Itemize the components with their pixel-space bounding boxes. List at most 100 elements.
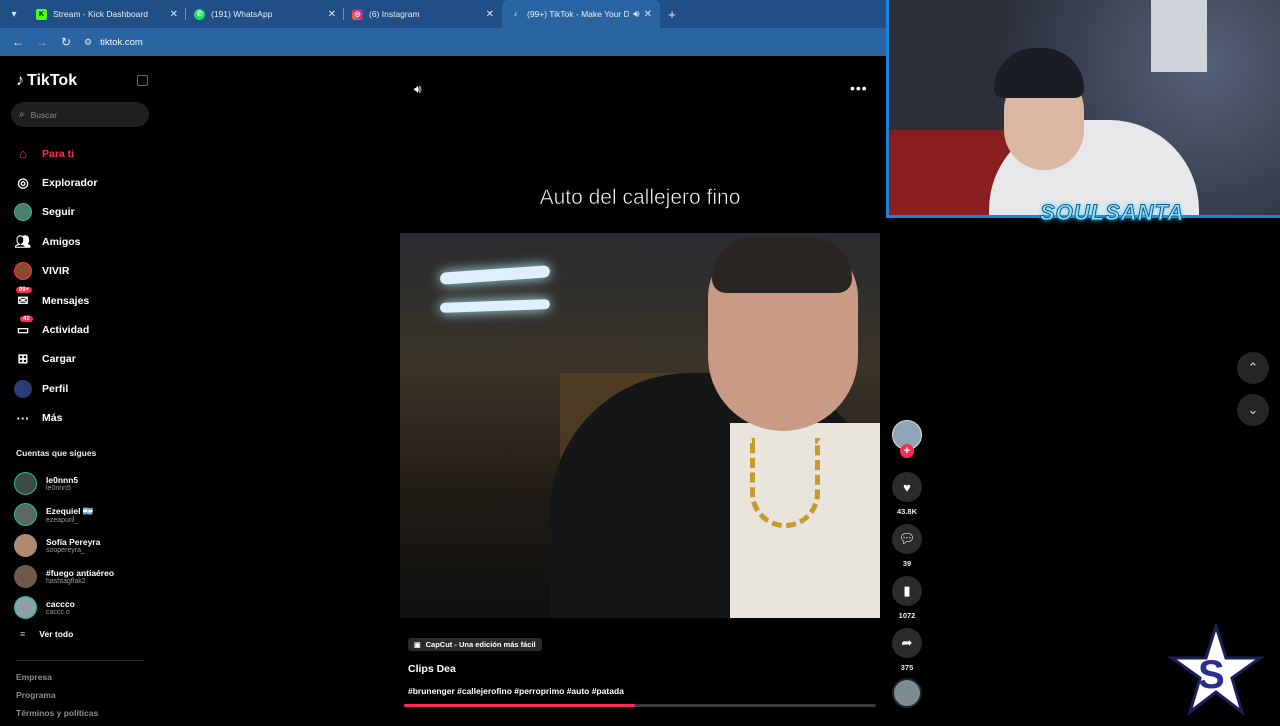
kick-icon: K bbox=[36, 8, 47, 20]
avatar bbox=[14, 596, 37, 619]
nav-amigos[interactable]: 👥︎ Amigos bbox=[14, 227, 97, 256]
address-bar: ← → ↻ ⚙ tiktok.com bbox=[0, 28, 886, 56]
nav-perfil[interactable]: Perfil bbox=[14, 374, 97, 403]
messages-badge: 99+ bbox=[16, 286, 33, 293]
nav-label: Explorador bbox=[42, 177, 98, 190]
comment-action[interactable]: 💬︎ 39 bbox=[892, 524, 922, 568]
avatar bbox=[14, 534, 37, 557]
share-icon[interactable]: ➦ bbox=[892, 628, 922, 658]
nav-label: Seguir bbox=[42, 206, 75, 219]
collapse-sidebar-icon[interactable] bbox=[137, 75, 148, 86]
nav-seguir[interactable]: Seguir bbox=[14, 198, 97, 227]
footer-link[interactable]: Empresa bbox=[16, 672, 98, 690]
bookmark-icon[interactable]: ▮ bbox=[892, 576, 922, 606]
friends-icon: 👥︎ bbox=[14, 233, 32, 249]
svg-text:S: S bbox=[1198, 653, 1225, 697]
following-account[interactable]: Sofía Pereyra soopereyra_ bbox=[14, 530, 114, 561]
speaker-icon[interactable]: 🔊︎ bbox=[633, 9, 639, 20]
avatar bbox=[14, 565, 37, 588]
nav-para-ti[interactable]: ⌂ Para ti bbox=[14, 139, 97, 168]
video-progress-bar[interactable] bbox=[404, 704, 876, 707]
nav-label: Perfil bbox=[42, 382, 69, 395]
nav-label: Más bbox=[42, 412, 63, 425]
webcam-overlay bbox=[886, 0, 1280, 218]
tiktok-sidebar: ♪ TikTok ⌕ ⌂ Para ti ◎ Explorador Seguir… bbox=[0, 56, 160, 720]
tab-search-icon[interactable]: ▾ bbox=[0, 0, 28, 28]
music-avatar[interactable] bbox=[892, 678, 922, 708]
footer-link[interactable]: Programa bbox=[16, 690, 98, 708]
following-account[interactable]: Ezequiel 🇦🇷 ezeapuril_ bbox=[14, 499, 114, 530]
nav-label: Amigos bbox=[42, 235, 81, 248]
save-action[interactable]: ▮ 1072 bbox=[892, 576, 922, 620]
share-count: 375 bbox=[900, 663, 914, 672]
more-options-icon[interactable]: ••• bbox=[850, 80, 868, 96]
compass-icon: ◎ bbox=[17, 175, 29, 191]
follow-plus-icon[interactable]: + bbox=[900, 444, 914, 458]
following-account[interactable]: caccco caccc.o bbox=[14, 592, 114, 623]
chevron-down-icon[interactable]: ⌄ bbox=[1237, 394, 1269, 426]
capcut-label: CapCut - Una edición más fácil bbox=[425, 640, 536, 649]
like-action[interactable]: ♥ 43.8K bbox=[892, 472, 922, 516]
video-hashtags[interactable]: #brunenger #callejerofino #perroprimo #a… bbox=[408, 686, 624, 696]
more-icon: ··· bbox=[16, 410, 30, 426]
account-handle: caccc.o bbox=[46, 609, 70, 616]
account-handle: le0nnn5 bbox=[46, 485, 71, 492]
video-frame[interactable] bbox=[400, 233, 880, 618]
nav-explorador[interactable]: ◎ Explorador bbox=[14, 168, 97, 197]
nav-label: Mensajes bbox=[42, 294, 90, 307]
capcut-tag[interactable]: ▣ CapCut - Una edición más fácil bbox=[408, 638, 542, 651]
nav-label: Para ti bbox=[42, 147, 75, 160]
heart-icon[interactable]: ♥ bbox=[892, 472, 922, 502]
url-field[interactable]: ⚙ tiktok.com bbox=[84, 37, 143, 48]
account-name: #fuego antiaéreo bbox=[46, 568, 115, 578]
tab-tiktok[interactable]: ♪ (99+) TikTok - Make Your Day 🔊︎ ✕ bbox=[502, 0, 660, 28]
streamer-name-overlay: SOULSANTA bbox=[1039, 200, 1185, 226]
see-all-button[interactable]: ≡ Ver todo bbox=[20, 629, 73, 639]
close-icon[interactable]: ✕ bbox=[328, 9, 336, 20]
close-icon[interactable]: ✕ bbox=[486, 9, 494, 20]
nav-mas[interactable]: ··· Más bbox=[14, 404, 97, 433]
like-count: 43.8K bbox=[896, 507, 917, 516]
following-account[interactable]: #fuego antiaéreo hashtagflak2 bbox=[14, 561, 114, 592]
divider bbox=[16, 660, 144, 661]
search-input[interactable] bbox=[30, 109, 131, 120]
video-author[interactable]: Clips Dea bbox=[408, 663, 456, 675]
comment-icon[interactable]: 💬︎ bbox=[892, 524, 922, 554]
tab-title: Stream - Kick Dashboard bbox=[53, 9, 148, 19]
forward-arrow-icon[interactable]: → bbox=[30, 35, 54, 49]
tab-kick[interactable]: K Stream - Kick Dashboard ✕ bbox=[28, 0, 186, 28]
following-account[interactable]: le0nnn5 le0nnn5 bbox=[14, 468, 114, 499]
back-arrow-icon[interactable]: ← bbox=[6, 35, 30, 49]
nav-mensajes[interactable]: ✉ 99+ Mensajes bbox=[14, 286, 97, 315]
progress-fill bbox=[404, 704, 636, 707]
search-box[interactable]: ⌕ bbox=[11, 102, 149, 127]
footer-link[interactable]: Términos y políticas bbox=[16, 708, 98, 726]
reload-icon[interactable]: ↻ bbox=[54, 35, 78, 49]
activity-badge: 42 bbox=[20, 316, 33, 323]
save-count: 1072 bbox=[898, 611, 916, 620]
volume-icon[interactable]: 🔊︎ bbox=[414, 82, 422, 97]
new-tab-button[interactable]: + bbox=[660, 7, 684, 22]
search-icon: ⌕ bbox=[19, 109, 25, 120]
tab-instagram[interactable]: ◎ (6) Instagram ✕ bbox=[344, 0, 502, 28]
chevron-up-icon[interactable]: ⌃ bbox=[1237, 352, 1269, 384]
nav-cargar[interactable]: ⊞ Cargar bbox=[14, 345, 97, 374]
nav-actividad[interactable]: ▭ 42 Actividad bbox=[14, 315, 97, 344]
tiktok-logo[interactable]: ♪ TikTok bbox=[16, 72, 77, 90]
tiktok-icon: ♪ bbox=[513, 10, 518, 18]
url-text: tiktok.com bbox=[100, 36, 143, 48]
account-name: Ezequiel 🇦🇷 bbox=[46, 505, 94, 516]
share-action[interactable]: ➦ 375 bbox=[892, 628, 922, 672]
avatar bbox=[14, 472, 37, 495]
close-icon[interactable]: ✕ bbox=[170, 9, 178, 20]
close-icon[interactable]: ✕ bbox=[644, 9, 652, 20]
account-handle: soopereyra_ bbox=[46, 547, 85, 554]
capcut-icon: ▣ bbox=[414, 641, 421, 649]
following-avatar-icon bbox=[14, 203, 32, 222]
see-all-label: Ver todo bbox=[39, 629, 74, 639]
tiktok-logo-icon: ♪ bbox=[16, 72, 24, 89]
site-info-icon[interactable]: ⚙ bbox=[84, 37, 92, 48]
nav-vivir[interactable]: VIVIR bbox=[14, 257, 97, 286]
tab-whatsapp[interactable]: ✆ (191) WhatsApp ✕ bbox=[186, 0, 344, 28]
tab-title: (191) WhatsApp bbox=[211, 9, 273, 19]
